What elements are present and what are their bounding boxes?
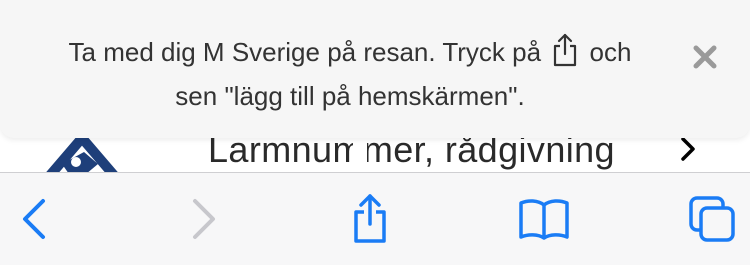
- banner-message-line2: sen "lägg till på hemskärmen".: [175, 81, 525, 111]
- forward-button[interactable]: [184, 193, 224, 245]
- banner-message: Ta med dig M Sverige på resan. Tryck på …: [40, 30, 660, 118]
- browser-toolbar: [0, 172, 750, 265]
- close-icon: [693, 45, 717, 69]
- banner-message-part2: och: [589, 37, 632, 67]
- add-to-home-banner: Ta med dig M Sverige på resan. Tryck på …: [0, 0, 750, 138]
- back-button[interactable]: [14, 193, 54, 245]
- banner-message-part1: Ta med dig M Sverige på resan. Tryck på: [68, 37, 542, 67]
- book-icon: [519, 199, 569, 240]
- bookmarks-button[interactable]: [516, 193, 572, 245]
- tabs-button[interactable]: [686, 193, 738, 245]
- chevron-right-icon: [681, 137, 695, 161]
- share-button[interactable]: [350, 193, 390, 245]
- share-icon: [354, 194, 386, 243]
- close-banner-button[interactable]: [688, 40, 722, 74]
- share-icon: [554, 33, 577, 67]
- tabs-icon: [689, 196, 735, 242]
- chevron-left-icon: [23, 199, 45, 239]
- chevron-right-icon: [193, 199, 215, 239]
